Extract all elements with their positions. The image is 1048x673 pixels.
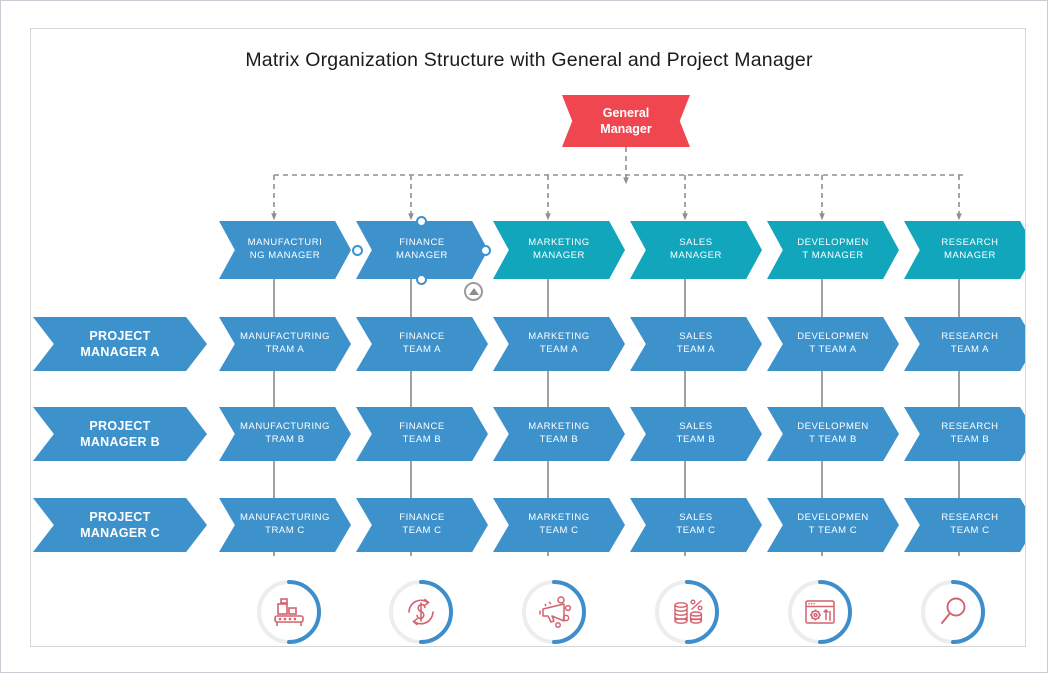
node-label: FINANCE TEAM C [399,512,445,536]
medallion-finance[interactable] [387,578,455,646]
selection-handle-top[interactable] [416,216,427,227]
node-label: MARKETING MANAGER [528,237,590,261]
node-label: PROJECT MANAGER C [80,509,160,541]
node-marketing-team-c[interactable]: MARKETING TEAM C [493,498,625,552]
node-label: SALES MANAGER [670,237,722,261]
node-research-team-b[interactable]: RESEARCH TEAM B [904,407,1025,461]
diagram-canvas[interactable]: Matrix Organization Structure with Gener… [30,28,1026,647]
node-label: General Manager [600,105,652,137]
node-sales-team-c[interactable]: SALES TEAM C [630,498,762,552]
node-label: DEVELOPMEN T TEAM B [797,421,869,445]
node-research-team-c[interactable]: RESEARCH TEAM C [904,498,1025,552]
node-label: RESEARCH TEAM C [941,512,999,536]
dollar-cycle-icon [408,598,434,626]
node-development-manager[interactable]: DEVELOPMEN T MANAGER [767,221,899,279]
diagram-window: Matrix Organization Structure with Gener… [0,0,1048,673]
node-label: MARKETING TEAM A [528,331,590,355]
medallion-manufacturing[interactable] [255,578,323,646]
node-finance-team-b[interactable]: FINANCE TEAM B [356,407,488,461]
node-project-manager-b[interactable]: PROJECT MANAGER B [33,407,207,461]
node-label: RESEARCH TEAM B [941,421,999,445]
conveyor-belt-icon [274,598,304,626]
node-label: FINANCE MANAGER [396,237,448,261]
selection-handle-right[interactable] [480,245,491,256]
node-label: MARKETING TEAM C [528,512,590,536]
node-research-team-a[interactable]: RESEARCH TEAM A [904,317,1025,371]
node-general-manager[interactable]: General Manager [562,95,690,147]
node-manufacturing-manager[interactable]: MANUFACTURI NG MANAGER [219,221,351,279]
node-label: PROJECT MANAGER B [80,418,160,450]
node-research-manager[interactable]: RESEARCH MANAGER [904,221,1025,279]
medallion-research[interactable] [919,578,987,646]
page-title: Matrix Organization Structure with Gener… [245,49,813,71]
node-finance-team-c[interactable]: FINANCE TEAM C [356,498,488,552]
node-sales-team-a[interactable]: SALES TEAM A [630,317,762,371]
triangle-up-icon [468,288,479,295]
node-label: RESEARCH MANAGER [941,237,999,261]
node-sales-manager[interactable]: SALES MANAGER [630,221,762,279]
magnifier-icon [941,597,966,624]
node-project-manager-c[interactable]: PROJECT MANAGER C [33,498,207,552]
browser-gear-icon [805,600,835,624]
medallion-development[interactable] [786,578,854,646]
node-label: DEVELOPMEN T MANAGER [797,237,869,261]
node-label: FINANCE TEAM B [399,421,445,445]
node-label: SALES TEAM A [676,331,716,355]
node-label: RESEARCH TEAM A [941,331,999,355]
selection-handle-bottom[interactable] [416,274,427,285]
node-marketing-manager[interactable]: MARKETING MANAGER [493,221,625,279]
node-manufacturing-team-b[interactable]: MANUFACTURING TRAM B [219,407,351,461]
node-label: MANUFACTURING TRAM C [239,512,330,536]
node-manufacturing-team-a[interactable]: MANUFACTURING TRAM A [219,317,351,371]
node-label: SALES TEAM B [676,421,716,445]
coin-stack-percent-icon [674,599,703,624]
node-development-team-b[interactable]: DEVELOPMEN T TEAM B [767,407,899,461]
node-label: FINANCE TEAM A [399,331,445,355]
node-label: SALES TEAM C [676,512,716,536]
node-label: MANUFACTURI NG MANAGER [247,237,323,261]
megaphone-icon [539,596,572,628]
node-development-team-a[interactable]: DEVELOPMEN T TEAM A [767,317,899,371]
node-label: DEVELOPMEN T TEAM C [797,512,869,536]
collapse-expand-button[interactable] [464,282,483,301]
node-finance-team-a[interactable]: FINANCE TEAM A [356,317,488,371]
node-marketing-team-a[interactable]: MARKETING TEAM A [493,317,625,371]
node-label: MANUFACTURING TRAM A [239,331,330,355]
selection-handle-left[interactable] [352,245,363,256]
node-project-manager-a[interactable]: PROJECT MANAGER A [33,317,207,371]
node-label: PROJECT MANAGER A [80,328,160,360]
medallion-sales[interactable] [653,578,721,646]
node-development-team-c[interactable]: DEVELOPMEN T TEAM C [767,498,899,552]
node-marketing-team-b[interactable]: MARKETING TEAM B [493,407,625,461]
node-sales-team-b[interactable]: SALES TEAM B [630,407,762,461]
node-label: MARKETING TEAM B [528,421,590,445]
medallion-marketing[interactable] [520,578,588,646]
node-label: DEVELOPMEN T TEAM A [797,331,869,355]
node-manufacturing-team-c[interactable]: MANUFACTURING TRAM C [219,498,351,552]
node-finance-manager[interactable]: FINANCE MANAGER [356,221,488,279]
node-label: MANUFACTURING TRAM B [239,421,330,445]
